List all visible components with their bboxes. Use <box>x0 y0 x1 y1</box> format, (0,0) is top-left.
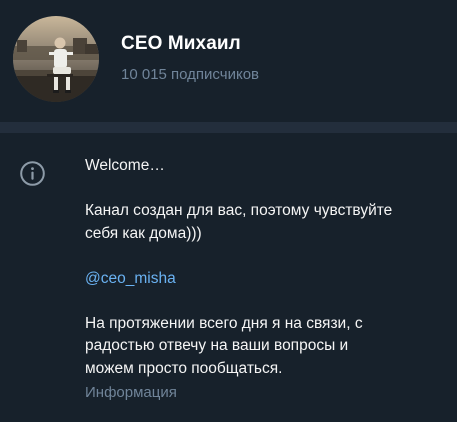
description-line: Канал создан для вас, поэтому чувствуйте <box>85 202 393 219</box>
description-line: Welcome… <box>85 157 165 174</box>
section-divider <box>0 122 457 133</box>
description-line: можем просто пообщаться. <box>85 359 283 377</box>
description-line: На протяжении всего дня я на связи, с <box>85 314 363 332</box>
info-section: Welcome… Канал создан для вас, поэтому ч… <box>0 133 457 422</box>
subscriber-count: 10 015 подписчиков <box>121 66 260 83</box>
info-icon <box>19 160 46 187</box>
description-line: радостью отвечу на ваши вопросы и <box>85 337 349 354</box>
username-link[interactable]: @ceo_misha <box>85 270 176 287</box>
channel-name: СЕО Михаил <box>121 33 241 54</box>
description-line: себя как дома))) <box>85 224 202 242</box>
avatar-photo <box>13 16 99 102</box>
channel-description: Welcome… Канал создан для вас, поэтому ч… <box>85 155 420 380</box>
info-label: Информация <box>85 384 177 401</box>
channel-info-panel: СЕО Михаил 10 015 подписчиков Welcome… К… <box>0 0 457 422</box>
channel-header: СЕО Михаил 10 015 подписчиков <box>0 0 457 122</box>
channel-avatar[interactable] <box>13 16 99 102</box>
